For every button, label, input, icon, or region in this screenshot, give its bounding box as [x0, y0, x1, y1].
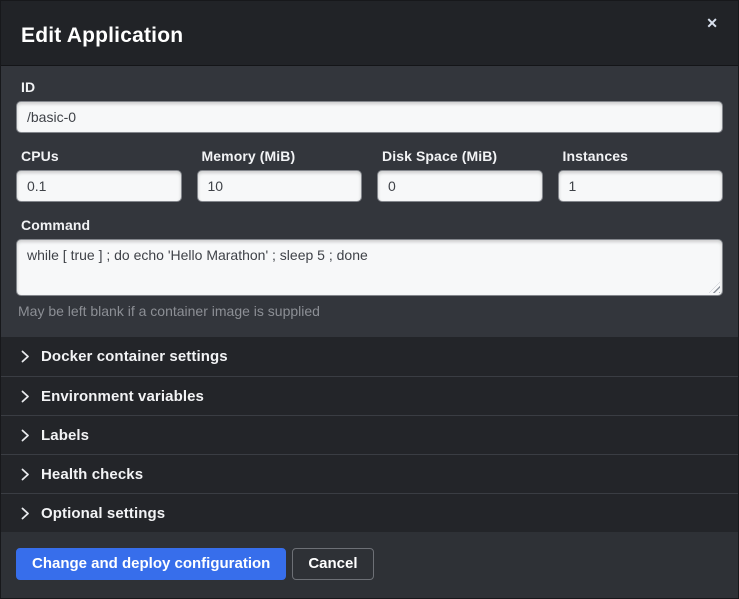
memory-field-group: Memory (MiB) [197, 148, 363, 202]
instances-field-group: Instances [558, 148, 724, 202]
modal-footer: Change and deploy configuration Cancel [1, 532, 738, 598]
command-help-text: May be left blank if a container image i… [18, 303, 723, 319]
instances-label: Instances [563, 148, 724, 164]
cpus-field-group: CPUs [16, 148, 182, 202]
id-input[interactable] [16, 101, 723, 133]
instances-input[interactable] [558, 170, 724, 202]
chevron-right-icon [21, 390, 30, 403]
command-textarea[interactable]: while [ true ] ; do echo 'Hello Marathon… [16, 239, 723, 296]
section-health-checks[interactable]: Health checks [1, 454, 738, 493]
cpus-label: CPUs [21, 148, 182, 164]
command-label: Command [21, 217, 723, 233]
section-optional-settings[interactable]: Optional settings [1, 493, 738, 532]
section-docker-container-settings[interactable]: Docker container settings [1, 337, 738, 376]
disk-input[interactable] [377, 170, 543, 202]
change-and-deploy-button[interactable]: Change and deploy configuration [16, 548, 286, 580]
command-field-group: Command while [ true ] ; do echo 'Hello … [16, 217, 723, 296]
id-label: ID [21, 79, 723, 95]
section-label: Health checks [41, 466, 143, 483]
section-environment-variables[interactable]: Environment variables [1, 376, 738, 415]
chevron-right-icon [21, 507, 30, 520]
section-label: Labels [41, 427, 89, 444]
modal-title: Edit Application [21, 18, 183, 48]
memory-input[interactable] [197, 170, 363, 202]
cancel-button[interactable]: Cancel [292, 548, 373, 580]
accordion: Docker container settings Environment va… [1, 337, 738, 532]
disk-label: Disk Space (MiB) [382, 148, 543, 164]
disk-field-group: Disk Space (MiB) [377, 148, 543, 202]
modal-header: Edit Application ✕ [1, 1, 738, 66]
form-area: ID CPUs Memory (MiB) Disk Space (MiB) In… [1, 66, 738, 337]
edit-application-modal: Edit Application ✕ ID CPUs Memory (MiB) … [0, 0, 739, 599]
chevron-right-icon [21, 429, 30, 442]
memory-label: Memory (MiB) [202, 148, 363, 164]
resources-row: CPUs Memory (MiB) Disk Space (MiB) Insta… [16, 148, 723, 202]
cpus-input[interactable] [16, 170, 182, 202]
section-labels[interactable]: Labels [1, 415, 738, 454]
id-field-group: ID [16, 79, 723, 133]
section-label: Docker container settings [41, 348, 228, 365]
section-label: Optional settings [41, 505, 165, 522]
section-label: Environment variables [41, 388, 204, 405]
chevron-right-icon [21, 468, 30, 481]
close-icon[interactable]: ✕ [706, 16, 718, 30]
chevron-right-icon [21, 350, 30, 363]
